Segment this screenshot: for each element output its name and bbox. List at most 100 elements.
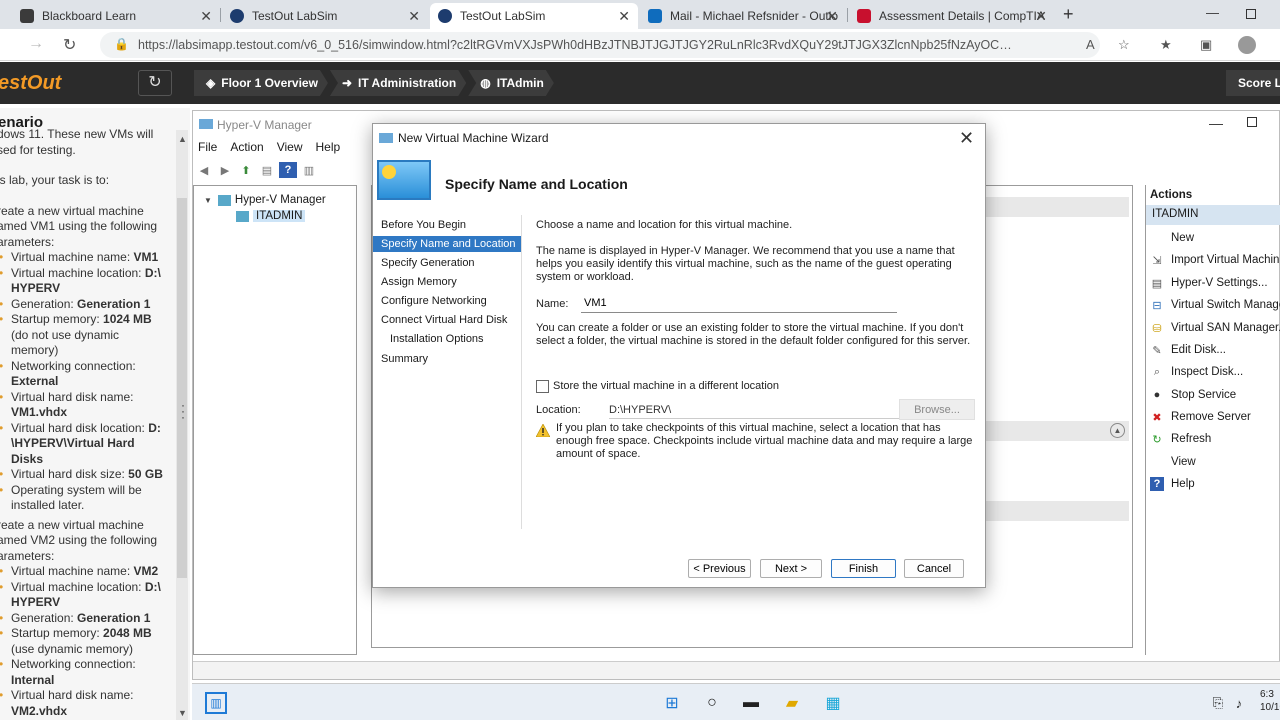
vm1-parameter-list: Virtual machine name: VM1Virtual machine… [0, 250, 169, 514]
volume-icon[interactable]: ♪ [1228, 692, 1250, 714]
search-icon[interactable]: ○ [701, 692, 723, 714]
network-icon[interactable]: ⎘ [1207, 692, 1229, 714]
parameter-note: (use dynamic memory) [11, 641, 134, 656]
wizard-step-configure-networking[interactable]: Configure Networking [373, 293, 521, 309]
action-remove-server[interactable]: ✖ Remove Server [1150, 410, 1251, 424]
parameter-label: Virtual machine location: [11, 265, 145, 280]
action-edit-disk[interactable]: ✎ Edit Disk... [1150, 343, 1226, 357]
menu-action[interactable]: Action [230, 140, 263, 154]
action-label: View [1171, 456, 1196, 468]
task-view-icon[interactable]: ▥ [205, 692, 227, 714]
collections-icon[interactable]: ▣ [1200, 37, 1212, 53]
address-bar[interactable]: 🔒 https://labsimapp.testout.com/v6_0_516… [100, 32, 1100, 58]
close-tab-icon[interactable]: ✕ [408, 8, 420, 25]
close-tab-icon[interactable]: ✕ [618, 8, 630, 25]
wizard-step-installation-options[interactable]: Installation Options [373, 331, 521, 347]
action-import-virtual-machine[interactable]: ⇲ Import Virtual Machine... [1150, 253, 1280, 267]
wizard-step-specify-generation[interactable]: Specify Generation [373, 255, 521, 271]
close-icon[interactable]: ✕ [959, 128, 974, 149]
terminal-icon[interactable]: ▬ [740, 692, 762, 714]
store-different-location-checkbox[interactable] [536, 380, 549, 393]
name-input[interactable] [581, 293, 897, 313]
read-aloud-icon[interactable]: A [1086, 37, 1095, 52]
hyperv-manager-taskbar-icon[interactable]: ▦ [822, 692, 844, 714]
profile-avatar-icon[interactable] [1238, 36, 1256, 54]
action-virtual-switch-manager[interactable]: ⊟ Virtual Switch Manager... [1150, 298, 1280, 312]
location-field[interactable]: D:\HYPERV\ [609, 401, 899, 419]
favorites-add-icon[interactable]: ☆ [1118, 37, 1130, 53]
scroll-up-icon[interactable]: ▲ [178, 134, 187, 144]
wizard-step-specify-name-and-location[interactable]: Specify Name and Location [373, 236, 521, 252]
forward-arrow-icon[interactable]: ▶ [216, 162, 234, 178]
browser-tab-testout-active[interactable]: TestOut LabSim ✕ [430, 3, 638, 29]
next-button[interactable]: Next > [760, 559, 822, 578]
lock-icon: 🔒 [114, 37, 129, 51]
browser-tab-testout-1[interactable]: TestOut LabSim ✕ [222, 3, 428, 29]
browser-tab-outlook[interactable]: Mail - Michael Refsnider - Outlo ✕ [640, 3, 846, 29]
action-view[interactable]: View [1150, 455, 1196, 469]
cancel-button[interactable]: Cancel [904, 559, 964, 578]
show-hide-tree-icon[interactable]: ▤ [258, 162, 276, 178]
scroll-down-icon[interactable]: ▼ [178, 708, 187, 718]
finish-button[interactable]: Finish [831, 559, 896, 578]
favorites-icon[interactable]: ★ [1160, 37, 1172, 53]
tree-node-itadmin[interactable]: ITADMIN [236, 210, 306, 222]
scenario-parameter: Operating system will be installed later… [0, 483, 169, 514]
file-explorer-icon[interactable]: ▰ [781, 692, 803, 714]
wizard-step-before-you-begin[interactable]: Before You Begin [373, 217, 521, 233]
hyperv-maximize-icon[interactable] [1247, 117, 1257, 127]
refresh-button[interactable]: ↻ [138, 70, 172, 96]
wizard-step-summary[interactable]: Summary [373, 351, 521, 367]
store-different-location-label[interactable]: Store the virtual machine in a different… [553, 380, 779, 392]
clock[interactable]: 6:3 10/10 [1260, 688, 1280, 714]
action-stop-service[interactable]: ● Stop Service [1150, 388, 1237, 402]
action-virtual-san-manager[interactable]: ⛁ Virtual SAN Manager... [1150, 321, 1280, 335]
scenario-parameter: Generation: Generation 1 [0, 297, 169, 313]
browse-button[interactable]: Browse... [899, 399, 975, 420]
menu-file[interactable]: File [198, 140, 217, 154]
action-hyper-v-settings[interactable]: ▤ Hyper-V Settings... [1150, 276, 1268, 290]
panel-resize-handle-icon[interactable]: · · · [181, 399, 185, 423]
action-label: Inspect Disk... [1171, 366, 1244, 378]
back-arrow-icon[interactable]: ◀ [195, 162, 213, 178]
action-label: Hyper-V Settings... [1171, 277, 1268, 289]
new-tab-plus-icon[interactable]: + [1063, 4, 1074, 25]
up-folder-icon[interactable]: ⬆ [237, 162, 255, 178]
scenario-scrollbar-thumb[interactable] [177, 198, 187, 578]
minimize-icon[interactable]: — [1206, 5, 1219, 20]
breadcrumb-floor-1-overview[interactable]: ◈ Floor 1 Overview [194, 70, 328, 96]
action-refresh[interactable]: ↻ Refresh [1150, 432, 1211, 446]
blank-icon [1150, 231, 1164, 245]
hyperv-minimize-icon[interactable]: — [1209, 115, 1223, 131]
expand-chevron-icon[interactable]: ▼ [204, 196, 212, 205]
menu-help[interactable]: Help [316, 140, 341, 154]
breadcrumb-itadmin[interactable]: ◍ ITAdmin [468, 70, 554, 96]
browser-tab-blackboard[interactable]: Blackboard Learn ✕ [12, 3, 220, 29]
previous-button[interactable]: < Previous [688, 559, 751, 578]
score-lab-button[interactable]: Score La [1226, 70, 1280, 96]
parameter-label: Networking connection: [11, 358, 136, 373]
forward-arrow-icon[interactable]: → [28, 35, 44, 53]
wizard-step-assign-memory[interactable]: Assign Memory [373, 274, 521, 290]
menu-view[interactable]: View [277, 140, 303, 154]
windows-start-icon[interactable]: ⊞ [661, 692, 683, 714]
close-tab-icon[interactable]: ✕ [1035, 8, 1047, 25]
close-tab-icon[interactable]: ✕ [826, 8, 838, 25]
action-inspect-disk[interactable]: ⌕ Inspect Disk... [1150, 365, 1243, 379]
vm2-intro: reate a new virtual machine amed VM2 usi… [0, 517, 158, 563]
remove-icon: ✖ [1152, 411, 1162, 424]
collapse-icon[interactable]: ▲ [1110, 423, 1125, 438]
reload-icon[interactable]: ↻ [63, 35, 76, 55]
close-tab-icon[interactable]: ✕ [200, 8, 212, 25]
help-icon[interactable]: ? [279, 162, 297, 178]
inspect-disk-icon: ⌕ [1153, 365, 1161, 378]
action-help[interactable]: ? Help [1150, 477, 1195, 491]
browser-tab-comptia[interactable]: Assessment Details | CompTIA ✕ [849, 3, 1055, 29]
action-new[interactable]: New [1150, 231, 1194, 245]
testout-header: estOut ↻ ◈ Floor 1 Overview ➜ IT Administr… [0, 62, 1280, 104]
tree-node-hyperv-manager[interactable]: ▼ Hyper-V Manager [204, 194, 326, 206]
wizard-step-connect-virtual-hard-disk[interactable]: Connect Virtual Hard Disk [373, 312, 521, 328]
breadcrumb-it-administration[interactable]: ➜ IT Administration [330, 70, 466, 96]
show-hide-action-pane-icon[interactable]: ▥ [300, 162, 318, 178]
maximize-icon[interactable] [1246, 9, 1256, 19]
